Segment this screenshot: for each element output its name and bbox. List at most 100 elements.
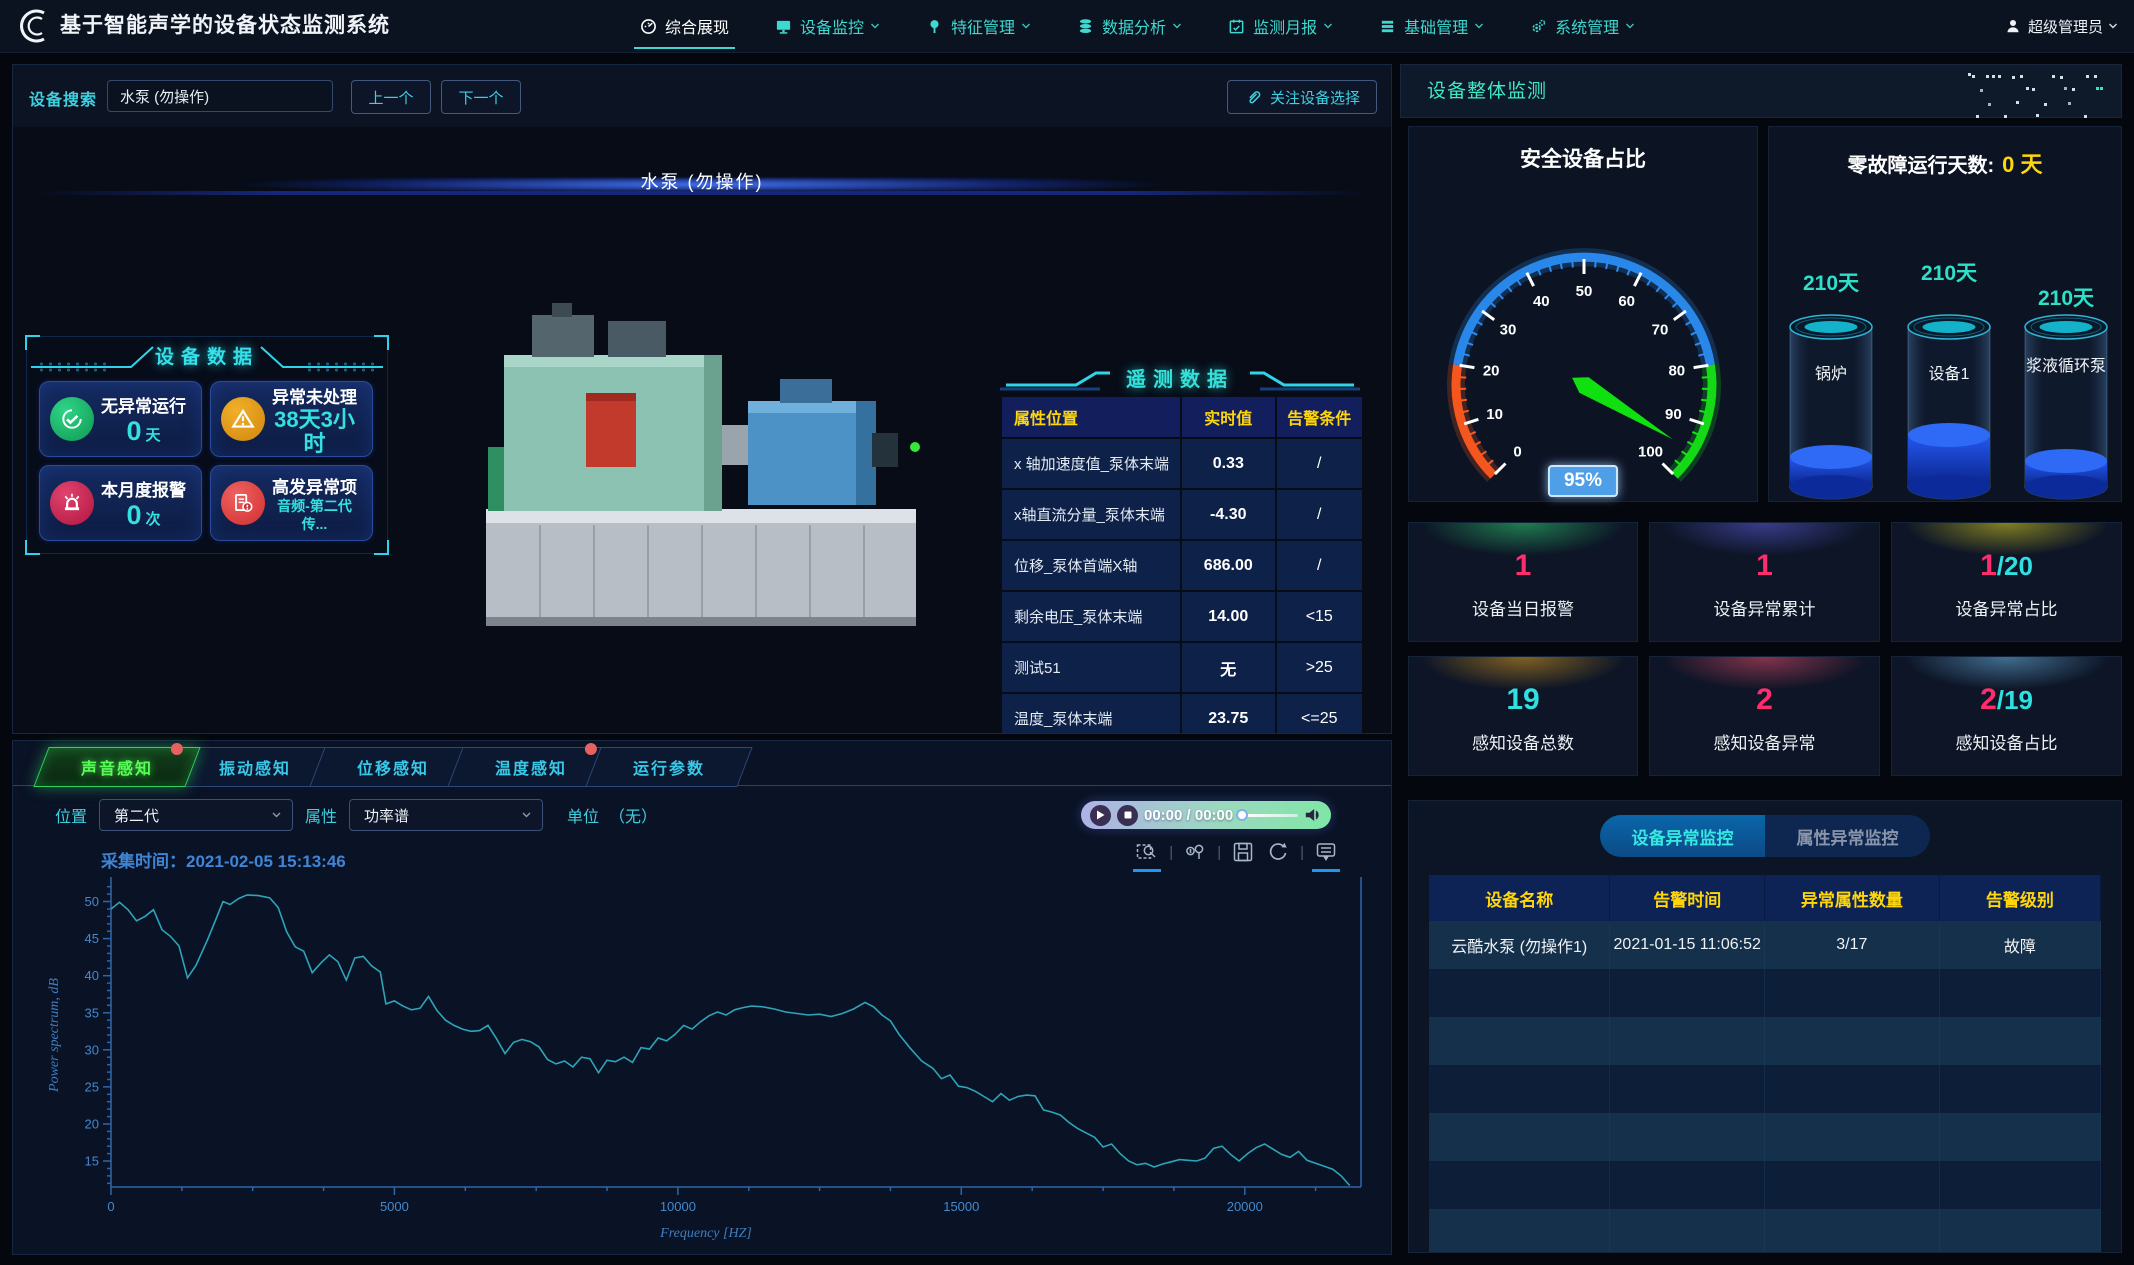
alarm-table-row-empty [1429,969,2101,1017]
nav-item-feature-mgmt[interactable]: 特征管理 [926,0,1031,52]
tab-sound-sense[interactable]: 声音感知 [33,747,200,787]
chevron-down-icon [1323,22,1333,30]
tab-attribute-abnormal-monitor[interactable]: 属性异常监控 [1765,815,1930,857]
svg-text:15000: 15000 [943,1199,979,1214]
stat-device-abnormal-total: 1 设备异常累计 [1649,522,1880,642]
alarm-monitor-card: 设备异常监控 属性异常监控 设备名称 告警时间 异常属性数量 告警级别 云酷水泵… [1408,800,2122,1253]
svg-text:45: 45 [85,931,99,946]
save-image-icon[interactable] [1230,839,1256,865]
nav-item-data-analysis[interactable]: 数据分析 [1077,0,1182,52]
alarm-table-row-empty [1429,1161,2101,1209]
database-icon [1077,18,1094,35]
telemetry-row: 测试51 无 >25 [1002,643,1358,692]
dashboard-icon [640,18,657,35]
device-search-input[interactable] [107,80,333,112]
svg-text:70: 70 [1652,322,1669,339]
previous-device-button[interactable]: 上一个 [351,80,431,114]
play-button[interactable] [1090,805,1111,826]
nav-item-overview[interactable]: 综合展现 [640,0,729,52]
stat-device-today-alarms: 1 设备当日报警 [1408,522,1638,642]
stop-icon [1124,811,1132,819]
main-menu: 综合展现 设备监控 特征管理 数据分析 监测月报 [640,0,1635,52]
power-spectrum-chart: 152025303540455005000100001500020000Freq… [41,869,1371,1244]
svg-text:40: 40 [1533,293,1550,310]
separator: | [1300,844,1304,861]
attribute-select[interactable]: 功率谱 [349,799,543,831]
chevron-down-icon [1021,22,1031,30]
nav-item-system-mgmt[interactable]: 系统管理 [1530,0,1635,52]
position-label: 位置 [55,803,87,827]
document-alert-icon [221,481,265,525]
check-circle-icon [50,397,94,441]
stat-card-unhandled: 异常未处理 38天3小时 [210,381,373,457]
telemetry-title: 遥测数据 [996,363,1364,392]
svg-text:Power spectrum, dB: Power spectrum, dB [47,978,62,1093]
gauge-value-badge: 95% [1548,465,1618,497]
stat-card-normal-run: 无异常运行 0天 [39,381,202,457]
safe-device-gauge-card: 安全设备占比 0102030405060708090100 95% [1408,126,1758,502]
telemetry-table: 属性位置 实时值 告警条件 x 轴加速度值_泵体末端 0.33 / x轴直流分量… [1002,395,1358,733]
data-view-icon[interactable] [1313,839,1339,865]
chevron-down-icon [521,811,532,819]
zoom-reset-icon[interactable] [1182,839,1208,865]
telemetry-row: x 轴加速度值_泵体末端 0.33 / [1002,439,1358,488]
volume-knob[interactable] [1236,809,1248,821]
alarm-table-row[interactable]: 云酷水泵 (勿操作1) 2021-01-15 11:06:52 3/17 故障 [1429,921,2101,969]
nav-item-monthly-report[interactable]: 监测月报 [1228,0,1333,52]
corner-decoration [25,540,40,555]
siren-icon [50,481,94,525]
telemetry-panel: 遥测数据 属性位置 实时值 告警条件 x 轴加速度值_泵体末端 0.33 / x… [996,361,1364,733]
app-logo-icon [14,5,54,47]
sense-tabs: 声音感知 振动感知 位移感知 温度感知 运行参数 [41,747,731,787]
nav-item-device-monitor[interactable]: 设备监控 [775,0,880,52]
chevron-down-icon [870,22,880,30]
speaker-icon[interactable] [1304,806,1322,824]
pump-3d-model [468,297,938,677]
alarm-monitor-tabs: 设备异常监控 属性异常监控 [1600,815,1930,857]
position-select[interactable]: 第二代 [99,799,293,831]
svg-text:80: 80 [1668,362,1685,379]
device-cylinders [1769,307,2123,503]
bulb-pin-icon [926,18,943,35]
overview-stats-grid: 1 设备当日报警 1 设备异常累计 1/20 设备异常占比 19 感知设备总数 … [1408,522,2122,776]
player-time: 00:00 / 00:00 [1144,807,1233,824]
svg-text:10000: 10000 [660,1199,696,1214]
restore-icon[interactable] [1265,839,1291,865]
3d-viewport[interactable]: 水泵 (勿操作) [13,127,1391,733]
stop-button[interactable] [1117,805,1138,826]
device-banner: 水泵 (勿操作) [13,165,1391,197]
attribute-label: 属性 [305,803,337,827]
focus-device-select-button[interactable]: 关注设备选择 [1227,80,1377,114]
chevron-down-icon [1172,22,1182,30]
telemetry-row: x轴直流分量_泵体末端 -4.30 / [1002,490,1358,539]
equipment-monitoring-dashboard: 基于智能声学的设备状态监测系统 综合展现 设备监控 特征管理 数据分析 [0,0,2134,1265]
tab-run-params[interactable]: 运行参数 [585,747,752,787]
svg-text:20: 20 [1483,362,1500,379]
device-data-grid: 无异常运行 0天 异常未处理 38天3小时 [39,381,373,541]
app-title: 基于智能声学的设备状态监测系统 [60,0,390,52]
chevron-down-icon [1625,22,1635,30]
alert-badge [171,743,183,755]
svg-text:20: 20 [85,1117,99,1132]
svg-text:20000: 20000 [1227,1199,1263,1214]
zero-fault-days-card: 零故障运行天数:0 天 210天 210天 210天 锅炉 设备1 浆液循环泵 [1768,126,2122,502]
gear-icon [1530,18,1547,35]
svg-text:15: 15 [85,1154,99,1169]
telemetry-row: 位移_泵体首端X轴 686.00 / [1002,541,1358,590]
data-zoom-icon[interactable] [1134,839,1160,865]
volume-slider[interactable] [1241,814,1298,817]
stat-card-frequent-abnormal: 高发异常项 音频-第二代传... [210,465,373,541]
alert-badge [585,743,597,755]
alarm-table-row-empty [1429,1065,2101,1113]
overview-title: 设备整体监测 [1427,65,1547,119]
user-menu[interactable]: 超级管理员 [2005,0,2118,52]
device-search-label: 设备搜索 [29,86,97,110]
svg-text:90: 90 [1665,406,1682,423]
svg-text:0: 0 [1513,444,1521,461]
list-icon [1379,18,1396,35]
nav-item-base-mgmt[interactable]: 基础管理 [1379,0,1484,52]
svg-text:40: 40 [85,968,99,983]
telemetry-row: 温度_泵体末端 23.75 <=25 [1002,694,1358,733]
tab-device-abnormal-monitor[interactable]: 设备异常监控 [1600,815,1765,857]
next-device-button[interactable]: 下一个 [441,80,521,114]
